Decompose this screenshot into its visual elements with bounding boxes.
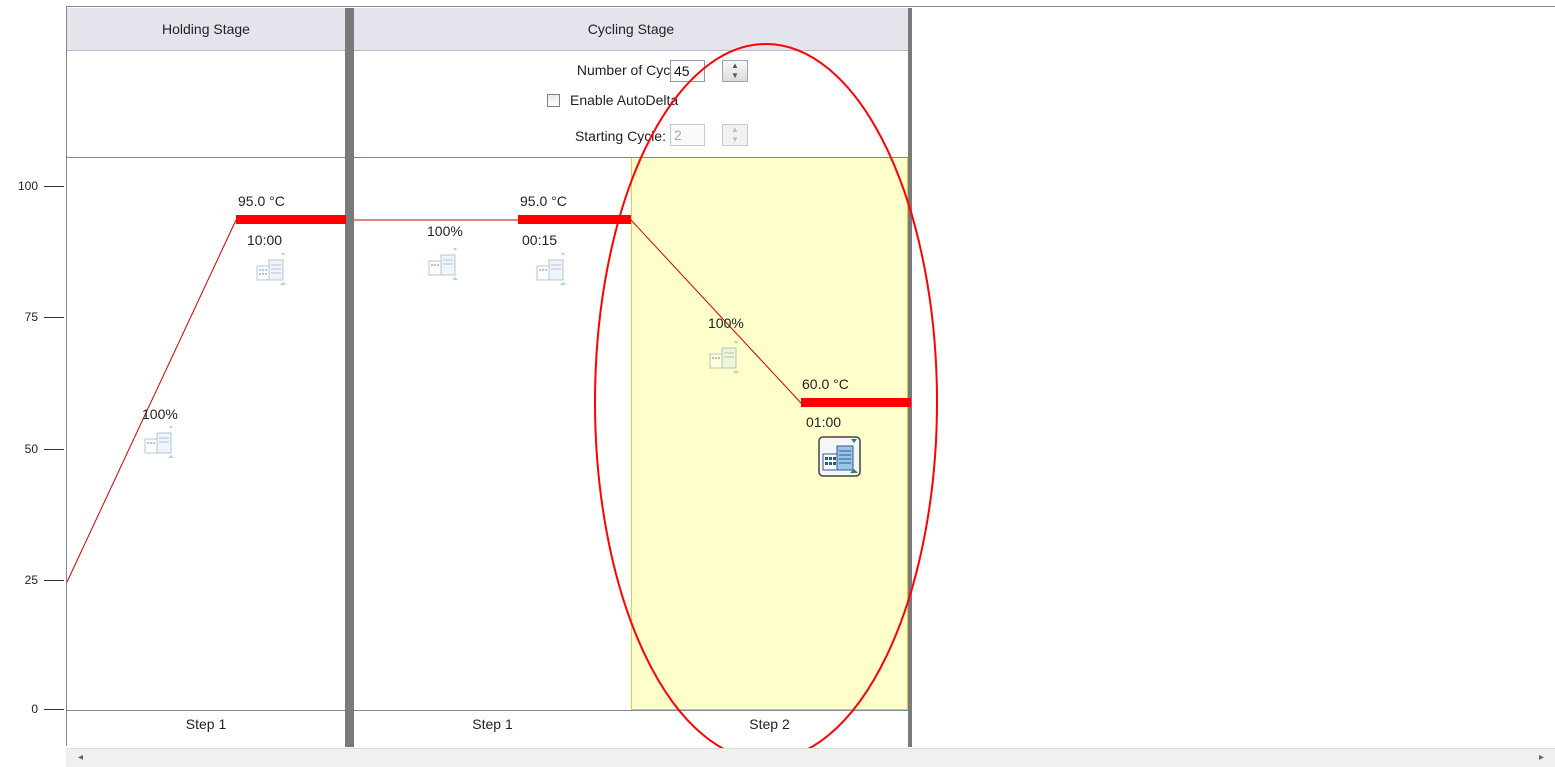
data-collection-icon[interactable] (535, 252, 567, 286)
step-time[interactable]: 10:00 (247, 232, 282, 248)
step-temperature[interactable]: 95.0 °C (520, 193, 567, 209)
ramp-rate[interactable]: 100% (142, 406, 178, 422)
step-label[interactable]: Step 1 (67, 716, 345, 732)
horizontal-scrollbar[interactable]: ◂ ▸ (66, 748, 1555, 767)
hold-bar[interactable] (236, 215, 346, 224)
data-collection-icon[interactable] (143, 425, 175, 459)
data-collection-icon[interactable] (427, 247, 459, 281)
ramp-rate[interactable]: 100% (427, 223, 463, 239)
ramp-line[interactable] (66, 219, 237, 583)
scroll-left-arrow[interactable]: ◂ (78, 752, 83, 763)
step-time[interactable]: 00:15 (522, 232, 557, 248)
data-collection-icon[interactable] (255, 252, 287, 286)
scroll-right-arrow[interactable]: ▸ (1539, 752, 1544, 763)
annotation-ellipse (594, 43, 938, 761)
step-temperature[interactable]: 95.0 °C (238, 193, 285, 209)
